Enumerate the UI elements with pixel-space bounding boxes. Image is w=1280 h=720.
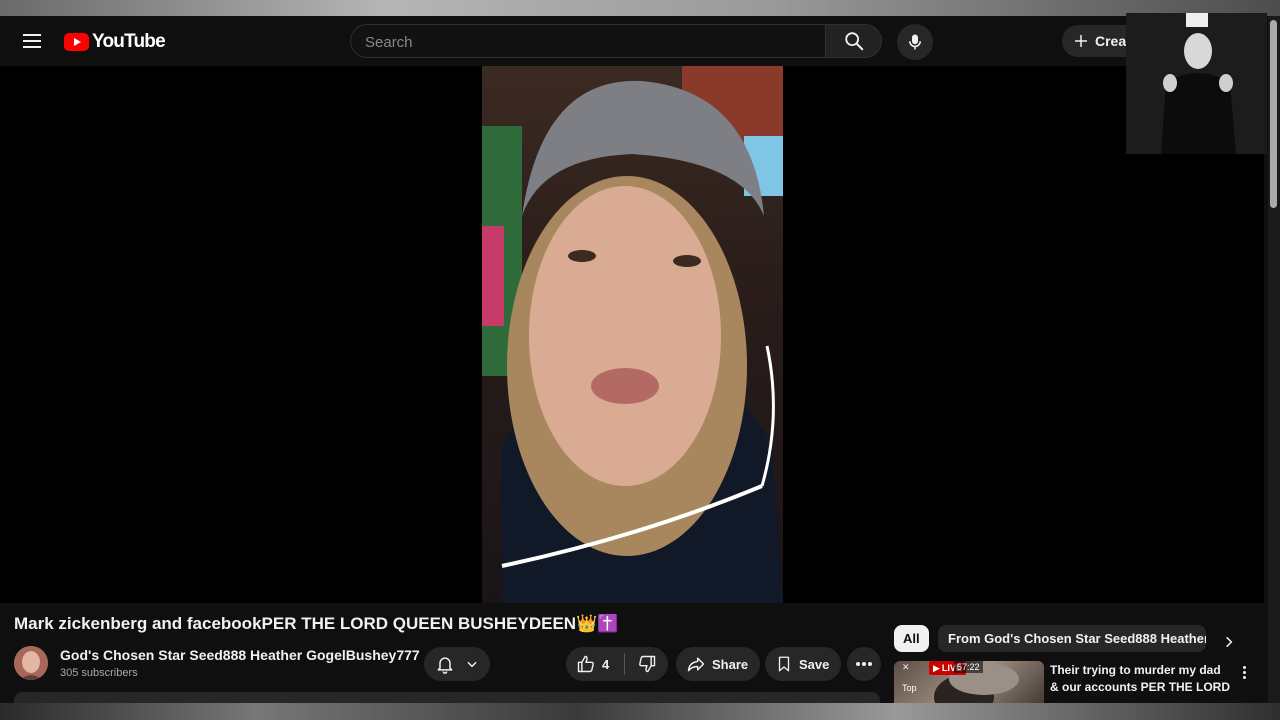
search-input[interactable] [351,25,807,59]
video-title: Mark zickenberg and facebookPER THE LORD… [14,614,619,633]
recommendation-menu-icon[interactable] [1236,663,1252,681]
masthead: YouTube Creat [0,16,1280,66]
like-button[interactable]: 4 [566,647,624,681]
ellipsis-icon [856,662,872,666]
dislike-button[interactable] [625,647,668,681]
thumbs-up-icon [577,655,594,673]
avatar-image [14,646,48,680]
chevron-right-icon [1226,636,1233,648]
share-label: Share [712,656,749,672]
pip-video-image [1126,13,1267,154]
video-still-image [482,66,783,603]
plus-icon [1075,35,1087,47]
chip-all[interactable]: All [894,625,929,652]
share-arrow-icon [687,657,705,672]
bell-icon [437,657,453,674]
more-actions-button[interactable] [847,647,881,681]
youtube-play-icon [64,33,89,51]
voice-search-button[interactable] [897,24,933,60]
channel-avatar[interactable] [14,646,48,680]
recommendation-timestamp: 57:22 [954,661,983,673]
save-button[interactable]: Save [765,647,842,681]
live-dot-icon: ▶ [933,662,940,673]
logo-text: YouTube [92,31,166,52]
window-top-strip [0,0,1280,16]
search-box [350,24,826,59]
chips-next-button[interactable] [1216,630,1242,654]
thumbs-down-icon [638,655,655,673]
share-button[interactable]: Share [676,647,761,681]
like-dislike-group: 4 [566,647,668,681]
video-frame [482,66,783,603]
microphone-icon [909,34,921,50]
search-icon [844,32,863,51]
chevron-down-icon [467,661,477,668]
youtube-logo[interactable]: YouTube [64,31,166,53]
search-button[interactable] [826,24,882,58]
bookmark-icon [778,656,790,672]
hamburger-menu-icon[interactable] [18,29,46,53]
chip-from-channel[interactable]: From God's Chosen Star Seed888 Heather G… [938,625,1206,652]
scrollbar-thumb[interactable] [1270,20,1277,208]
close-icon[interactable]: ✕ [902,662,910,673]
picture-in-picture-overlay[interactable] [1126,13,1267,154]
video-player[interactable] [0,66,1264,603]
save-label: Save [799,656,830,672]
window-bottom-strip [0,703,1280,720]
like-count: 4 [602,656,610,672]
page-scrollbar[interactable] [1268,16,1280,703]
notification-bell-button[interactable] [424,647,490,681]
channel-name[interactable]: God's Chosen Star Seed888 Heather GogelB… [60,647,420,663]
subscriber-count: 305 subscribers [60,667,138,679]
recommendation-overlay-tag: Top [902,683,917,693]
